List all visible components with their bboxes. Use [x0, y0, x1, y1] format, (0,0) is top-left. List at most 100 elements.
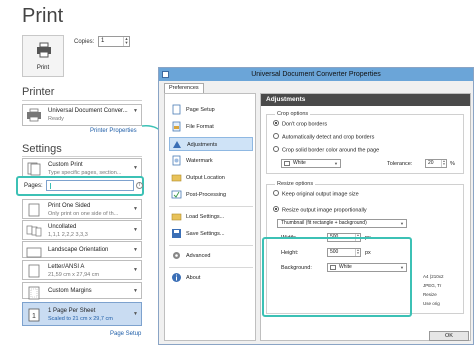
sidebar-item-label: Watermark: [186, 158, 213, 164]
printer-select[interactable]: Universal Document Conver... Ready ▼: [22, 104, 142, 126]
copies-value: 1: [101, 38, 105, 44]
printer-name: Universal Document Conver...: [48, 108, 128, 114]
per-sheet-title: 1 Page Per Sheet: [48, 308, 96, 314]
advanced-icon: [173, 252, 180, 259]
collate-icon: [26, 225, 42, 237]
sides-subtitle: Only print on one side of th...: [48, 211, 119, 217]
sidebar-item-load-settings[interactable]: Load Settings...: [169, 210, 253, 224]
paper-title: Letter/ANSI A: [48, 264, 85, 270]
output-location-icon: [171, 174, 182, 182]
ok-button[interactable]: OK: [429, 331, 469, 341]
sidebar-item-file-format[interactable]: File Format: [169, 120, 253, 134]
pages-icon: [27, 162, 41, 176]
pages-per-sheet-select[interactable]: 1 1 Page Per Sheet Scaled to 21 cm x 29,…: [22, 302, 142, 326]
tolerance-value: 20: [428, 160, 434, 166]
sides-title: Print One Sided: [48, 203, 91, 209]
sidebar-item-label: Load Settings...: [186, 214, 225, 220]
load-settings-icon: [171, 213, 182, 221]
chevron-down-icon: ▼: [133, 227, 138, 233]
resize-option-proportional-label: Resize output image proportionally: [282, 207, 367, 214]
crop-option-auto[interactable]: Automatically detect and crop borders: [273, 133, 375, 141]
sidebar-item-save-settings[interactable]: Save Settings...: [169, 227, 253, 241]
paper-subtitle: 21,59 cm x 27,94 cm: [48, 272, 100, 278]
dialog-titlebar[interactable]: Universal Document Converter Properties: [159, 68, 473, 81]
sidebar-item-output-location[interactable]: Output Location: [169, 171, 253, 185]
collation-select[interactable]: Uncollated 1,1,1 2,2,2 3,3,3 ▼: [22, 220, 142, 240]
radio-unselected[interactable]: [273, 146, 279, 152]
resize-mode-select[interactable]: Thumbnail (fit rectangle + background) ▼: [277, 219, 407, 228]
crop-options-group: Crop options Don't crop borders Automati…: [266, 111, 464, 174]
paper-size-select[interactable]: Letter/ANSI A 21,59 cm x 27,94 cm ▼: [22, 260, 142, 280]
printer-device-icon: [27, 108, 41, 122]
crop-option-auto-label: Automatically detect and crop borders: [282, 134, 375, 141]
resize-highlight: [262, 237, 412, 317]
orientation-select[interactable]: Landscape Orientation ▼: [22, 241, 142, 258]
print-title: Print: [22, 5, 64, 27]
margins-title: Custom Margins: [48, 288, 92, 294]
content-heading: Adjustments: [261, 94, 470, 106]
about-icon: [172, 273, 181, 282]
radio-selected[interactable]: [273, 120, 279, 126]
print-button[interactable]: Print: [22, 35, 64, 77]
tolerance-spinner[interactable]: ▲ ▼: [441, 160, 446, 167]
crop-group-title: Crop options: [275, 111, 311, 117]
margins-select[interactable]: Custom Margins ▼: [22, 282, 142, 300]
resize-option-proportional[interactable]: Resize output image proportionally: [273, 206, 367, 214]
sides-select[interactable]: Print One Sided Only print on one side o…: [22, 199, 142, 219]
radio-unselected[interactable]: [273, 190, 279, 196]
collation-subtitle: 1,1,1 2,2,2 3,3,3: [48, 232, 88, 238]
chevron-down-icon: ▼: [133, 206, 138, 212]
sidebar-item-label: Page Setup: [186, 107, 215, 113]
tolerance-input[interactable]: 20 ▲ ▼: [425, 159, 447, 168]
chevron-down-icon: ▼: [133, 311, 138, 317]
tab-preferences[interactable]: Preferences: [164, 83, 204, 93]
radio-unselected[interactable]: [273, 133, 279, 139]
printer-heading: Printer: [22, 86, 55, 98]
sidebar-divider: [169, 245, 253, 246]
copies-label: Copies:: [74, 39, 95, 45]
resize-mode-value: Thumbnail (fit rectangle + background): [281, 220, 367, 226]
crop-option-solid[interactable]: Crop solid border color around the page: [273, 146, 379, 153]
preview-line: A4 (210x2: [423, 274, 444, 279]
printer-divider: [22, 100, 142, 101]
printer-status: Ready: [48, 116, 64, 122]
sidebar-item-label: Adjustments: [187, 142, 218, 148]
page-setup-link[interactable]: Page Setup: [110, 331, 141, 337]
crop-option-none-label: Don't crop borders: [282, 121, 328, 128]
sidebar-item-label: Post-Processing: [186, 192, 227, 198]
sidebar-item-label: Advanced: [186, 253, 211, 259]
collation-title: Uncollated: [48, 224, 77, 230]
sidebar-item-watermark[interactable]: Watermark: [169, 154, 253, 168]
dialog-title: Universal Document Converter Properties: [251, 71, 381, 78]
info-icon[interactable]: i: [136, 182, 143, 189]
custom-print-select[interactable]: Custom Print Type specific pages, sectio…: [22, 158, 142, 178]
text-cursor: [50, 183, 51, 189]
sidebar-item-advanced[interactable]: Advanced: [169, 249, 253, 263]
pages-input[interactable]: [46, 180, 134, 191]
tab-bar: Preferences: [159, 81, 473, 93]
radio-selected[interactable]: [273, 206, 279, 212]
copies-input[interactable]: 1 ▲ ▼: [98, 36, 130, 47]
sidebar-divider: [169, 206, 253, 207]
sidebar-item-adjustments[interactable]: Adjustments: [169, 137, 253, 151]
color-swatch: [284, 161, 290, 166]
crop-color-select[interactable]: White ▼: [281, 159, 341, 168]
dialog-sidebar: Page Setup File Format Adjustments Water…: [164, 93, 256, 341]
settings-divider: [22, 156, 142, 157]
adjustments-icon: [173, 141, 181, 148]
print-panel: Print Print Copies: 1 ▲ ▼ Printer Univers…: [0, 0, 160, 345]
sidebar-item-label: About: [186, 275, 201, 281]
sidebar-item-post-processing[interactable]: Post-Processing: [169, 188, 253, 202]
sidebar-item-label: Save Settings...: [186, 231, 225, 237]
resize-option-keep-label: Keep original output image size: [282, 191, 359, 198]
sidebar-divider: [169, 267, 253, 268]
resize-option-keep[interactable]: Keep original output image size: [273, 190, 359, 198]
crop-option-none[interactable]: Don't crop borders: [273, 120, 328, 128]
preview-line: Use orig: [423, 301, 440, 306]
sidebar-item-page-setup[interactable]: Page Setup: [169, 103, 253, 117]
one-sided-icon: [28, 203, 40, 217]
copies-spinner[interactable]: ▲ ▼: [123, 37, 129, 46]
paper-icon: [28, 264, 40, 278]
chevron-down-icon: ▼: [400, 221, 404, 226]
sidebar-item-about[interactable]: About: [169, 271, 253, 285]
